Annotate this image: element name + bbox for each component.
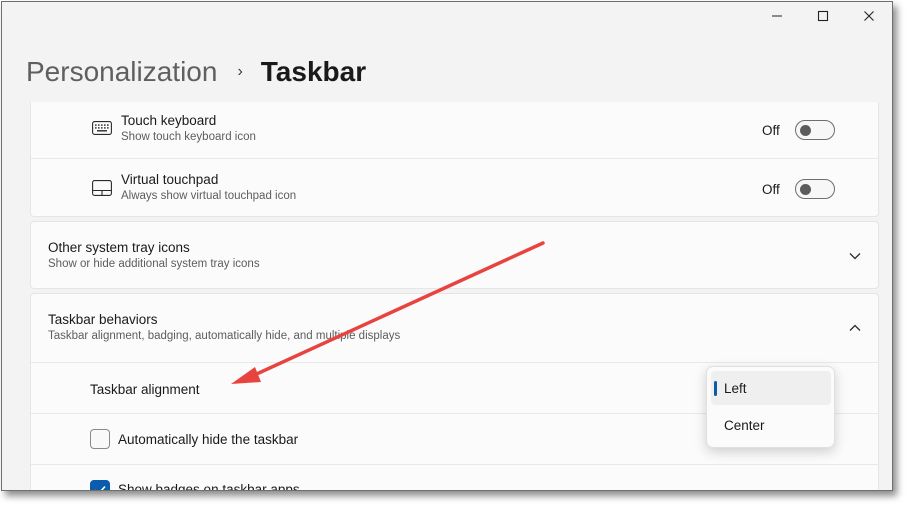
taskbar-behaviors-header[interactable]: Taskbar behaviors Taskbar alignment, bad… — [31, 294, 878, 362]
taskbar-alignment-label: Taskbar alignment — [90, 382, 200, 397]
minimize-button[interactable] — [754, 2, 800, 30]
virtual-touchpad-state-label: Off — [762, 182, 780, 197]
close-icon — [864, 11, 874, 21]
toggle-knob — [800, 125, 811, 136]
row-divider — [31, 362, 878, 363]
chevron-up-icon[interactable] — [848, 321, 862, 335]
settings-window: Personalization › Taskbar Touch keyboard — [1, 1, 893, 491]
touch-keyboard-description: Show touch keyboard icon — [121, 131, 256, 143]
virtual-touchpad-description: Always show virtual touchpad icon — [121, 190, 297, 202]
other-tray-description: Show or hide additional system tray icon… — [48, 258, 260, 270]
auto-hide-checkbox[interactable] — [90, 429, 110, 449]
breadcrumb-separator: › — [237, 63, 243, 80]
alignment-option-center-label: Center — [724, 417, 765, 433]
row-divider — [31, 158, 878, 159]
alignment-option-left-label: Left — [724, 380, 747, 396]
breadcrumb-personalization[interactable]: Personalization — [26, 56, 217, 88]
other-tray-title: Other system tray icons — [48, 240, 190, 255]
tray-corner-icons-card: Touch keyboard Show touch keyboard icon … — [30, 102, 879, 217]
alignment-option-left[interactable]: Left — [711, 371, 831, 405]
maximize-icon — [817, 10, 829, 22]
keyboard-icon — [91, 119, 113, 137]
other-system-tray-icons-card[interactable]: Other system tray icons Show or hide add… — [30, 221, 879, 289]
taskbar-alignment-dropdown[interactable]: Left Center — [706, 366, 835, 448]
touch-keyboard-toggle[interactable] — [795, 120, 835, 140]
touch-keyboard-state-label: Off — [762, 123, 780, 138]
virtual-touchpad-text: Virtual touchpad Always show virtual tou… — [121, 172, 296, 202]
chevron-down-icon[interactable] — [848, 249, 862, 263]
virtual-touchpad-toggle[interactable] — [795, 179, 835, 199]
caption-buttons — [754, 2, 892, 30]
alignment-option-center[interactable]: Center — [711, 408, 831, 442]
badges-checkbox[interactable] — [90, 480, 110, 490]
other-tray-text: Other system tray icons Show or hide add… — [48, 240, 260, 270]
touchpad-icon — [91, 179, 113, 197]
checkmark-icon — [95, 486, 106, 490]
touch-keyboard-title: Touch keyboard — [121, 113, 217, 128]
breadcrumb: Personalization › Taskbar — [26, 56, 366, 88]
taskbar-behaviors-text: Taskbar behaviors Taskbar alignment, bad… — [48, 312, 400, 342]
auto-hide-label[interactable]: Automatically hide the taskbar — [118, 432, 298, 447]
touch-keyboard-text: Touch keyboard Show touch keyboard icon — [121, 113, 256, 143]
close-button[interactable] — [846, 2, 892, 30]
maximize-button[interactable] — [800, 2, 846, 30]
virtual-touchpad-title: Virtual touchpad — [121, 172, 219, 187]
toggle-knob — [800, 184, 811, 195]
page-title: Taskbar — [260, 56, 367, 87]
minimize-icon — [772, 15, 782, 17]
row-divider — [31, 464, 878, 465]
taskbar-behaviors-title: Taskbar behaviors — [48, 312, 158, 327]
selection-indicator — [714, 381, 717, 396]
taskbar-behaviors-description: Taskbar alignment, badging, automaticall… — [48, 330, 401, 342]
badges-label[interactable]: Show badges on taskbar apps — [118, 482, 300, 490]
